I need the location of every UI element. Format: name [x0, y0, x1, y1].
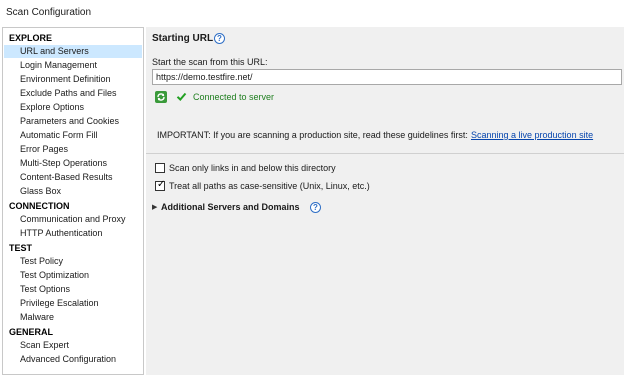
- sidebar-item-explore-options[interactable]: Explore Options: [4, 101, 142, 114]
- sidebar-item-parameters-cookies[interactable]: Parameters and Cookies: [4, 115, 142, 128]
- case-sensitive-checkbox[interactable]: ✓: [155, 179, 166, 191]
- sidebar-item-communication-proxy[interactable]: Communication and Proxy: [4, 213, 142, 226]
- refresh-connection-button[interactable]: [155, 91, 167, 103]
- main-panel: Starting URL ? Start the scan from this …: [146, 27, 624, 375]
- sidebar-group-general: GENERAL: [9, 327, 54, 337]
- scan-only-links-label: Scan only links in and below this direct…: [169, 163, 336, 173]
- additional-servers-section[interactable]: Additional Servers and Domains: [161, 202, 300, 212]
- checkmark-icon: [176, 92, 187, 101]
- sidebar-item-http-authentication[interactable]: HTTP Authentication: [4, 227, 142, 240]
- sidebar-item-automatic-form-fill[interactable]: Automatic Form Fill: [4, 129, 142, 142]
- help-icon[interactable]: ?: [214, 33, 225, 44]
- sidebar-item-glass-box[interactable]: Glass Box: [4, 185, 142, 198]
- sidebar-group-connection: CONNECTION: [9, 201, 70, 211]
- sidebar-tree[interactable]: EXPLORE URL and Servers Login Management…: [2, 27, 144, 375]
- sidebar-item-multi-step[interactable]: Multi-Step Operations: [4, 157, 142, 170]
- sidebar-item-test-optimization[interactable]: Test Optimization: [4, 269, 142, 282]
- checkbox-check-icon: ✓: [157, 179, 166, 190]
- production-site-link[interactable]: Scanning a live production site: [471, 130, 593, 140]
- sidebar-group-test: TEST: [9, 243, 33, 253]
- sidebar-item-advanced-configuration[interactable]: Advanced Configuration: [4, 353, 142, 366]
- sidebar-item-url-and-servers[interactable]: URL and Servers: [4, 45, 142, 58]
- sidebar-item-test-options[interactable]: Test Options: [4, 283, 142, 296]
- divider: [146, 153, 624, 154]
- sidebar-item-environment-definition[interactable]: Environment Definition: [4, 73, 142, 86]
- sidebar-item-scan-expert[interactable]: Scan Expert: [4, 339, 142, 352]
- case-sensitive-label: Treat all paths as case-sensitive (Unix,…: [169, 181, 370, 191]
- sidebar-item-privilege-escalation[interactable]: Privilege Escalation: [4, 297, 142, 310]
- connection-status: Connected to server: [193, 92, 275, 102]
- url-label: Start the scan from this URL:: [152, 57, 268, 67]
- refresh-icon: [157, 93, 165, 101]
- window-title: Scan Configuration: [6, 7, 92, 18]
- section-heading-starting-url: Starting URL: [152, 33, 214, 44]
- sidebar-item-exclude-paths[interactable]: Exclude Paths and Files: [4, 87, 142, 100]
- title-bar: Scan Configuration: [0, 0, 624, 25]
- important-notice: IMPORTANT: If you are scanning a product…: [157, 130, 468, 140]
- sidebar-group-explore: EXPLORE: [9, 33, 53, 43]
- help-icon-additional[interactable]: ?: [310, 202, 321, 213]
- sidebar-item-test-policy[interactable]: Test Policy: [4, 255, 142, 268]
- expand-arrow-icon[interactable]: ▶: [152, 203, 157, 211]
- sidebar-item-login-management[interactable]: Login Management: [4, 59, 142, 72]
- scan-only-links-checkbox[interactable]: [155, 163, 165, 173]
- sidebar-item-error-pages[interactable]: Error Pages: [4, 143, 142, 156]
- sidebar-item-content-based[interactable]: Content-Based Results: [4, 171, 142, 184]
- starting-url-input[interactable]: [152, 69, 622, 85]
- sidebar-item-malware[interactable]: Malware: [4, 311, 142, 324]
